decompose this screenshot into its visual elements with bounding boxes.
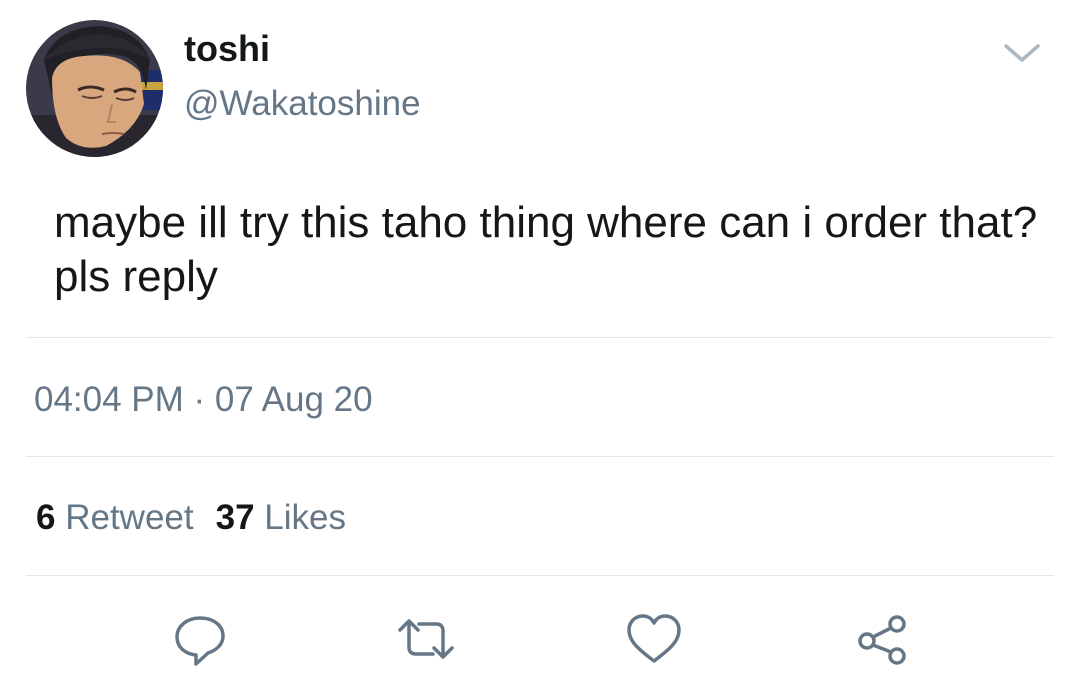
share-icon [858, 615, 906, 665]
divider [26, 456, 1054, 457]
share-button[interactable] [852, 611, 912, 667]
likes-count: 37 [215, 498, 255, 537]
avatar-image [26, 20, 163, 157]
chevron-down-icon[interactable] [1000, 34, 1044, 70]
like-button[interactable] [624, 611, 684, 667]
user-handle[interactable]: @Wakatoshine [184, 82, 421, 126]
reply-icon [175, 616, 225, 666]
display-name[interactable]: toshi [184, 27, 270, 71]
divider [26, 337, 1054, 338]
tweet-date: 07 Aug 20 [214, 380, 373, 419]
avatar[interactable] [26, 20, 163, 157]
timestamp-separator: · [183, 380, 215, 419]
retweets-stat[interactable]: 6 Retweet [36, 498, 194, 537]
tweet-detail: toshi @Wakatoshine maybe ill try this ta… [0, 0, 1080, 697]
retweets-count: 6 [36, 498, 56, 537]
retweet-icon [398, 619, 454, 659]
like-icon [627, 614, 681, 663]
likes-stat[interactable]: 37 Likes [216, 498, 346, 537]
likes-label: Likes [264, 498, 346, 537]
tweet-text: maybe ill try this taho thing where can … [54, 198, 1050, 301]
tweet-stats: 6 Retweet 37 Likes [36, 496, 346, 540]
retweet-button[interactable] [396, 611, 456, 667]
tweet-time: 04:04 PM [34, 380, 184, 419]
retweets-label: Retweet [65, 498, 194, 537]
tweet-timestamp: 04:04 PM · 07 Aug 20 [34, 378, 373, 422]
divider [26, 575, 1054, 576]
reply-button[interactable] [170, 611, 230, 667]
